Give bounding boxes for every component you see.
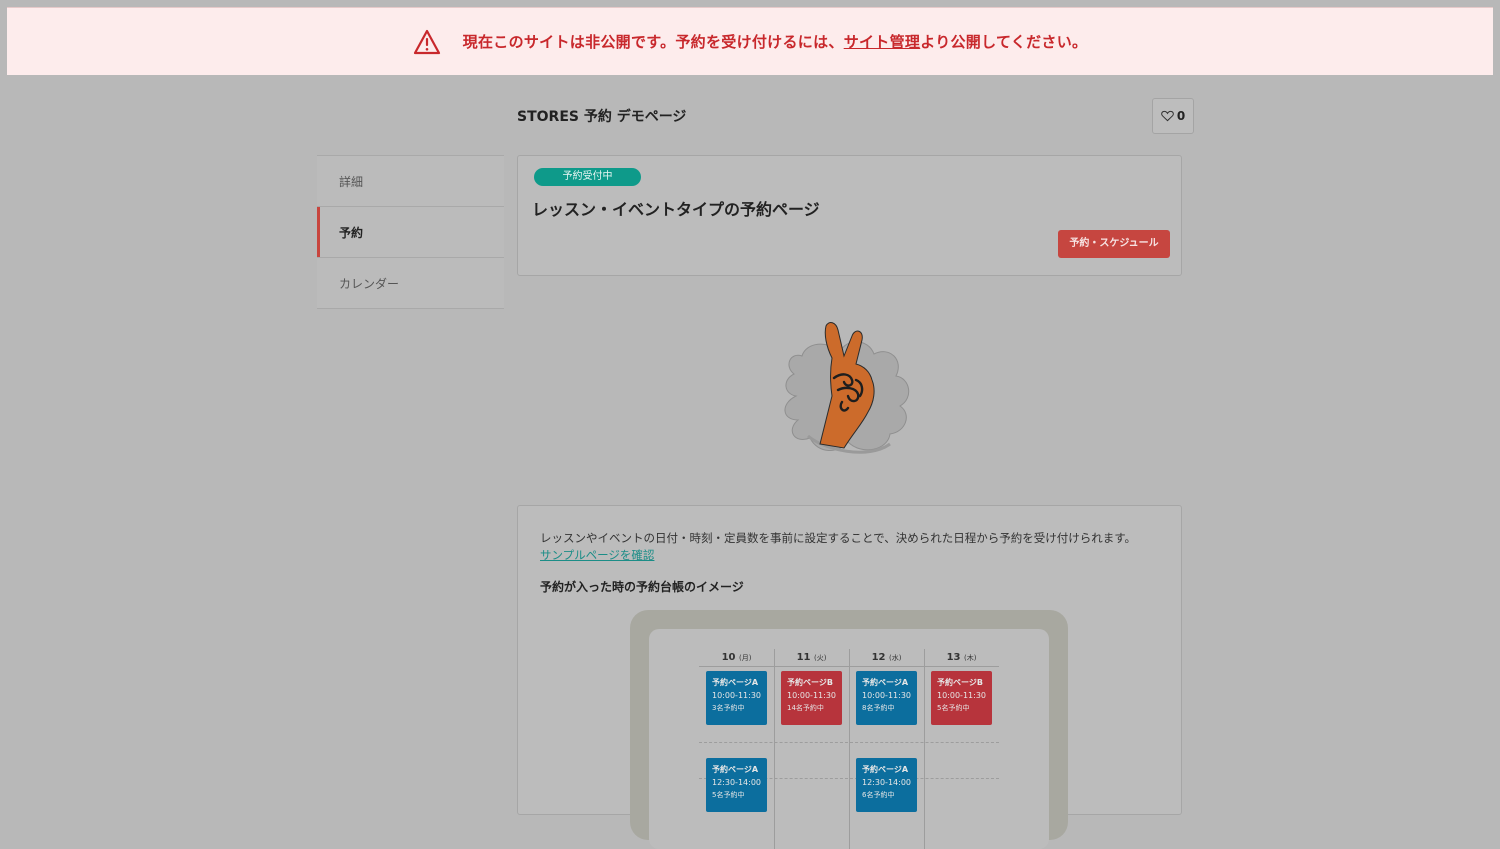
reservation-title: レッスン・イベントタイプの予約ページ bbox=[532, 200, 820, 219]
unpublished-banner: 現在このサイトは非公開です。予約を受け付けるには、サイト管理より公開してください… bbox=[7, 7, 1493, 75]
banner-text-before: 現在このサイトは非公開です。予約を受け付けるには、 bbox=[462, 33, 844, 51]
reservation-card: 予約受付中 レッスン・イベントタイプの予約ページ 予約・スケジュール bbox=[517, 155, 1182, 276]
event-time: 10:00-11:30 bbox=[937, 691, 986, 700]
day-weekday: (月) bbox=[738, 654, 752, 662]
event-name: 予約ページB bbox=[787, 678, 833, 687]
event-count: 3名予約中 bbox=[712, 704, 745, 712]
event-time: 10:00-11:30 bbox=[712, 691, 761, 700]
event-block[interactable]: 予約ページB 10:00-11:30 5名予約中 bbox=[931, 671, 992, 725]
day-header: 11 (火) bbox=[774, 652, 849, 663]
sidebar-item-label: カレンダー bbox=[339, 276, 400, 291]
sidebar-item-calendar[interactable]: カレンダー bbox=[317, 258, 504, 309]
event-name: 予約ページA bbox=[862, 765, 909, 774]
sidebar-item-reservation[interactable]: 予約 bbox=[317, 207, 504, 258]
day-date: 12 bbox=[871, 652, 886, 663]
sample-page-link[interactable]: サンプルページを確認 bbox=[540, 547, 654, 563]
site-admin-link[interactable]: サイト管理 bbox=[844, 33, 921, 51]
grid-line bbox=[924, 649, 925, 849]
event-time: 10:00-11:30 bbox=[862, 691, 911, 700]
day-date: 10 bbox=[721, 652, 736, 663]
banner-text-after: より公開してください。 bbox=[920, 33, 1088, 51]
event-count: 14名予約中 bbox=[787, 704, 824, 712]
day-date: 13 bbox=[946, 652, 961, 663]
peace-hand-illustration bbox=[784, 322, 910, 454]
event-count: 8名予約中 bbox=[862, 704, 895, 712]
event-name: 予約ページA bbox=[862, 678, 909, 687]
event-block[interactable]: 予約ページA 10:00-11:30 3名予約中 bbox=[706, 671, 767, 725]
event-name: 予約ページA bbox=[712, 678, 759, 687]
day-header: 10 (月) bbox=[699, 652, 774, 663]
sidebar-item-label: 予約 bbox=[339, 225, 364, 240]
status-badge: 予約受付中 bbox=[534, 168, 641, 186]
event-count: 5名予約中 bbox=[937, 704, 970, 712]
day-header: 13 (木) bbox=[924, 652, 999, 663]
grid-line bbox=[774, 649, 775, 849]
favorite-count: 0 bbox=[1176, 109, 1186, 123]
day-weekday: (木) bbox=[963, 654, 977, 662]
event-count: 5名予約中 bbox=[712, 791, 745, 799]
day-header: 12 (水) bbox=[849, 652, 924, 663]
sidebar-item-label: 詳細 bbox=[339, 174, 364, 189]
sidebar-nav: 詳細 予約 カレンダー bbox=[317, 155, 504, 309]
favorite-button[interactable]: 0 bbox=[1152, 98, 1194, 134]
banner-message: 現在このサイトは非公開です。予約を受け付けるには、サイト管理より公開してください… bbox=[463, 31, 1088, 52]
ledger-image-frame: 10 (月) 11 (火) 12 (水) 13 (木) 予約ページA 10:00… bbox=[630, 610, 1068, 849]
event-block[interactable]: 予約ページB 10:00-11:30 14名予約中 bbox=[781, 671, 842, 725]
day-weekday: (水) bbox=[888, 654, 902, 662]
event-count: 6名予約中 bbox=[862, 791, 895, 799]
day-weekday: (火) bbox=[813, 654, 827, 662]
day-date: 11 bbox=[796, 652, 811, 663]
description-card: レッスンやイベントの日付・時刻・定員数を事前に設定することで、決められた日程から… bbox=[517, 505, 1182, 849]
description-text: レッスンやイベントの日付・時刻・定員数を事前に設定することで、決められた日程から… bbox=[540, 531, 1137, 545]
event-name: 予約ページA bbox=[712, 765, 759, 774]
schedule-button[interactable]: 予約・スケジュール bbox=[1058, 230, 1170, 258]
site-title: STORES 予約 デモページ bbox=[517, 109, 687, 125]
event-block[interactable]: 予約ページA 10:00-11:30 8名予約中 bbox=[856, 671, 917, 725]
ledger-heading: 予約が入った時の予約台帳のイメージ bbox=[540, 580, 744, 594]
event-time: 10:00-11:30 bbox=[787, 691, 836, 700]
grid-line bbox=[849, 649, 850, 849]
heart-icon bbox=[1161, 110, 1174, 122]
sidebar-item-details[interactable]: 詳細 bbox=[317, 156, 504, 207]
event-time: 12:30-14:00 bbox=[712, 778, 761, 787]
ledger-calendar: 10 (月) 11 (火) 12 (水) 13 (木) 予約ページA 10:00… bbox=[649, 629, 1049, 849]
event-name: 予約ページB bbox=[937, 678, 983, 687]
event-time: 12:30-14:00 bbox=[862, 778, 911, 787]
warning-triangle-icon bbox=[413, 29, 440, 54]
grid-line bbox=[699, 742, 999, 743]
